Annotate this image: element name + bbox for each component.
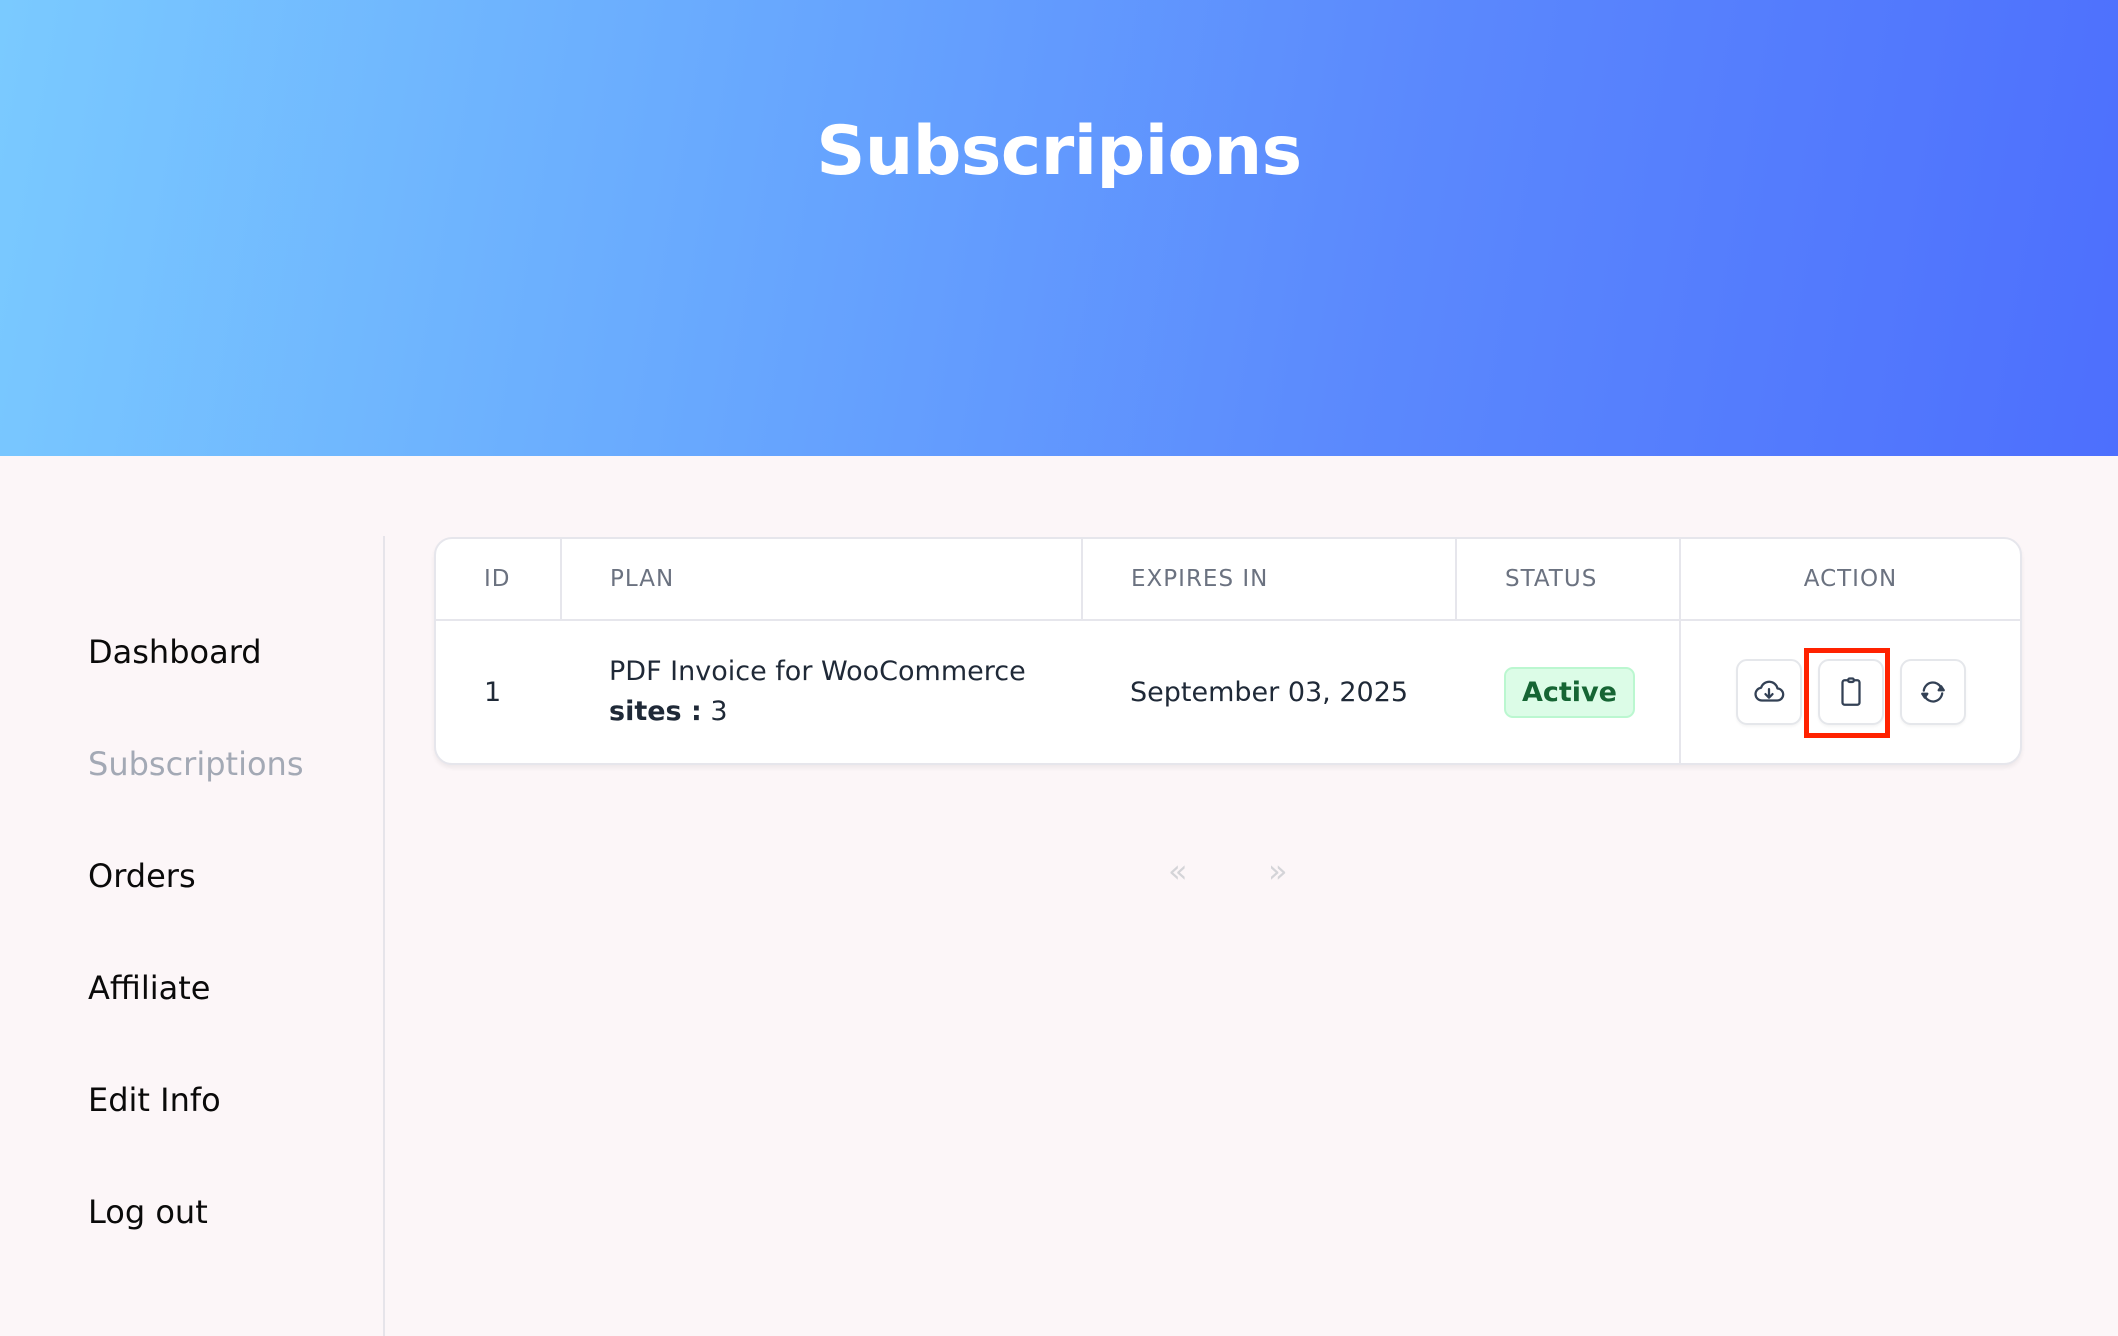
sidebar-divider	[383, 536, 385, 1336]
subscriptions-table: ID PLAN EXPIRES IN STATUS ACTION 1 PDF I…	[436, 539, 2020, 763]
sites-label: sites :	[609, 696, 702, 727]
sidebar-item-orders[interactable]: Orders	[88, 857, 196, 895]
page-header-banner: Subscripions	[0, 0, 2118, 456]
pagination-next[interactable]: »	[1268, 852, 1288, 890]
status-badge: Active	[1504, 666, 1635, 718]
page-title: Subscripions	[816, 112, 1302, 191]
cell-action	[1679, 620, 2020, 763]
column-header-plan: PLAN	[561, 539, 1083, 621]
cell-status: Active	[1456, 620, 1680, 763]
clipboard-icon	[1840, 677, 1861, 706]
sidebar-item-log-out[interactable]: Log out	[88, 1193, 208, 1231]
sidebar-nav: Dashboard Subscriptions Orders Affiliate…	[0, 456, 385, 1336]
column-header-status: STATUS	[1456, 539, 1681, 621]
column-header-action: ACTION	[1680, 539, 2020, 621]
sidebar-item-dashboard[interactable]: Dashboard	[88, 633, 262, 671]
sites-value: 3	[710, 696, 728, 727]
column-header-expires: EXPIRES IN	[1082, 539, 1457, 621]
cell-expires: September 03, 2025	[1130, 676, 1409, 708]
table-row: 1 PDF Invoice for WooCommerce sites : 3 …	[436, 620, 2020, 763]
refresh-icon	[1920, 681, 1945, 703]
cloud-download-icon	[1753, 680, 1784, 702]
sidebar-item-edit-info[interactable]: Edit Info	[88, 1081, 221, 1119]
sidebar-item-subscriptions[interactable]: Subscriptions	[88, 745, 304, 783]
renew-button[interactable]	[1899, 659, 1966, 725]
table-header-row: ID PLAN EXPIRES IN STATUS ACTION	[436, 539, 2020, 621]
subscriptions-table-card: ID PLAN EXPIRES IN STATUS ACTION 1 PDF I…	[434, 537, 2022, 765]
pagination-prev[interactable]: «	[1168, 852, 1188, 890]
column-header-id: ID	[436, 539, 562, 621]
download-button[interactable]	[1735, 659, 1802, 725]
plan-sites: sites : 3	[609, 692, 1082, 732]
cell-id: 1	[484, 676, 502, 708]
copy-button[interactable]	[1817, 659, 1884, 725]
sidebar-item-affiliate[interactable]: Affiliate	[88, 969, 210, 1007]
cell-plan: PDF Invoice for WooCommerce sites : 3	[561, 620, 1082, 763]
plan-name: PDF Invoice for WooCommerce	[609, 656, 1026, 687]
